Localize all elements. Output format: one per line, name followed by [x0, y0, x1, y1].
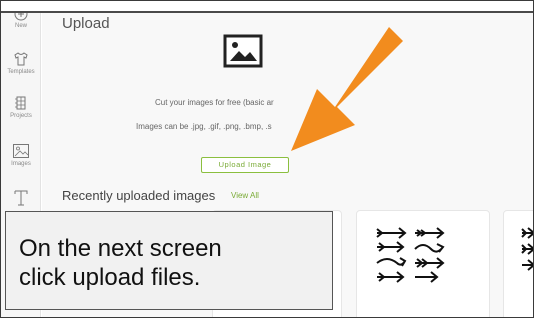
screenshot-frame: New Templates Projects Images Upload Cut…	[0, 0, 534, 318]
shirt-icon	[14, 52, 28, 66]
sidebar-item-text[interactable]	[1, 189, 41, 207]
view-all-link[interactable]: View All	[231, 191, 259, 200]
sidebar-item-label: Templates	[7, 69, 35, 75]
image-icon	[13, 144, 29, 158]
arrows-clipart-icon	[376, 227, 445, 283]
page-title: Upload	[62, 15, 110, 32]
sidebar-item-label: Projects	[10, 113, 32, 119]
upload-image-button[interactable]: Upload Image	[201, 157, 289, 173]
sidebar-item-label: Images	[11, 161, 31, 167]
recent-image-card[interactable]	[503, 210, 533, 317]
upload-image-icon	[223, 34, 263, 68]
projects-icon	[15, 96, 26, 110]
orange-arrow-annotation	[291, 27, 403, 151]
text-icon	[14, 190, 28, 206]
upload-formats: Images can be .jpg, .gif, .png, .bmp, .s	[136, 122, 272, 131]
sidebar-item-projects[interactable]: Projects	[1, 95, 41, 119]
recent-image-card[interactable]	[356, 210, 490, 317]
caption-line-2: click upload files.	[19, 264, 201, 291]
caption-line-1: On the next screen	[19, 235, 222, 262]
instruction-caption: On the next screen click upload files.	[5, 211, 333, 310]
sidebar-item-label: New	[14, 23, 27, 29]
recent-images-heading: Recently uploaded images	[62, 188, 216, 203]
arrows-clipart-icon	[521, 227, 533, 271]
sidebar-item-templates[interactable]: Templates	[1, 51, 41, 75]
upload-description: Cut your images for free (basic ar	[155, 98, 274, 107]
top-border	[1, 1, 533, 13]
sidebar-item-images[interactable]: Images	[1, 143, 41, 167]
